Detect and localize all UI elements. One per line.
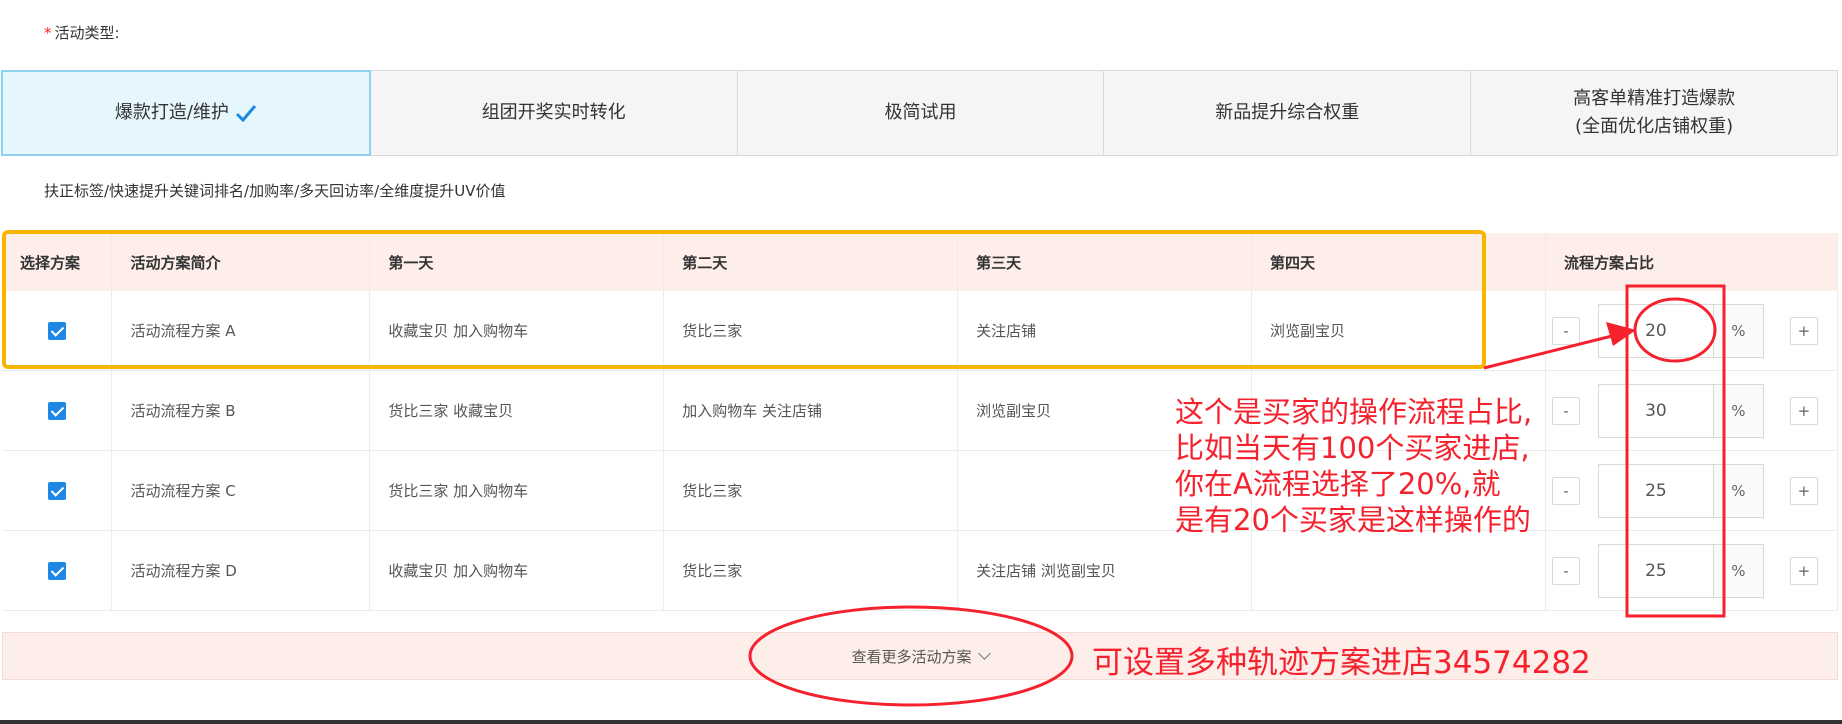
checkmark-icon — [235, 105, 257, 123]
percent-addon: % — [1713, 383, 1764, 438]
increment-button[interactable]: + — [1789, 476, 1818, 505]
ratio-input[interactable]: 25 — [1597, 543, 1714, 598]
plan-table: 选择方案 活动方案简介 第一天 第二天 第三天 第四天 流程方案占比 活动流程方… — [2, 233, 1839, 611]
increment-button[interactable]: + — [1789, 316, 1818, 345]
decrement-button[interactable]: - — [1551, 476, 1580, 505]
increment-button[interactable]: + — [1789, 556, 1818, 585]
header-ratio: 流程方案占比 — [1545, 233, 1839, 291]
header-day4: 第四天 — [1251, 233, 1546, 291]
day1-cell: 收藏宝贝 加入购物车 — [369, 291, 665, 371]
plan-checkbox[interactable] — [47, 401, 66, 420]
decrement-button[interactable]: - — [1551, 556, 1580, 585]
table-row: 活动流程方案 A 收藏宝贝 加入购物车 货比三家 关注店铺 浏览副宝贝 - 20… — [2, 291, 1839, 371]
plan-checkbox[interactable] — [47, 321, 66, 340]
header-day3: 第三天 — [957, 233, 1253, 291]
day1-cell: 货比三家 加入购物车 — [369, 450, 665, 531]
more-plans-note: 可设置多种轨迹方案进店34574282 — [1092, 645, 1591, 681]
tab-group-lottery[interactable]: 组团开奖实时转化 — [369, 70, 738, 156]
ratio-input[interactable]: 25 — [1597, 463, 1714, 518]
day2-cell: 加入购物车 关注店铺 — [663, 370, 959, 451]
tab-label: 新品提升综合权重 — [1215, 102, 1360, 123]
decrement-button[interactable]: - — [1551, 396, 1580, 425]
day1-cell: 收藏宝贝 加入购物车 — [369, 530, 665, 611]
tab-label: 爆款打造/维护 — [114, 102, 229, 123]
plan-name: 活动流程方案 C — [111, 450, 371, 531]
percent-addon: % — [1713, 463, 1764, 518]
activity-type-text: 活动类型: — [54, 24, 120, 42]
header-day2: 第二天 — [663, 233, 959, 291]
table-row: 活动流程方案 C 货比三家 加入购物车 货比三家 - 25 % + — [2, 450, 1839, 531]
activity-type-label: * 活动类型: — [44, 22, 120, 43]
tab-simple-trial[interactable]: 极简试用 — [736, 70, 1105, 156]
table-header-row: 选择方案 活动方案简介 第一天 第二天 第三天 第四天 流程方案占比 — [2, 233, 1839, 291]
table-row: 活动流程方案 D 收藏宝贝 加入购物车 货比三家 关注店铺 浏览副宝贝 - 25… — [2, 530, 1839, 611]
activity-type-tabs: 爆款打造/维护 组团开奖实时转化 极简试用 新品提升综合权重 高客单精准打造爆款… — [1, 70, 1838, 156]
tab-label-line1: 高客单精准打造爆款 — [1573, 88, 1736, 109]
note-line: 这个是买家的操作流程占比, — [1175, 395, 1533, 429]
plan-name: 活动流程方案 B — [111, 370, 371, 451]
tab-description: 扶正标签/快速提升关键词排名/加购率/多天回访率/全维度提升UV价值 — [44, 182, 506, 200]
table-row: 活动流程方案 B 货比三家 收藏宝贝 加入购物车 关注店铺 浏览副宝贝 - 30… — [2, 370, 1839, 451]
day4-cell: 浏览副宝贝 — [1251, 291, 1546, 371]
tab-label: 组团开奖实时转化 — [481, 102, 626, 123]
day2-cell: 货比三家 — [663, 291, 959, 371]
plan-name: 活动流程方案 D — [111, 530, 371, 611]
tab-high-price[interactable]: 高客单精准打造爆款 (全面优化店铺权重) — [1470, 70, 1838, 156]
day4-cell — [1251, 530, 1546, 611]
percent-addon: % — [1713, 303, 1764, 358]
required-star: * — [44, 24, 52, 42]
plan-checkbox[interactable] — [47, 481, 66, 500]
tab-hot-item[interactable]: 爆款打造/维护 — [1, 70, 371, 156]
view-more-label: 查看更多活动方案 — [851, 647, 972, 666]
tab-new-product[interactable]: 新品提升综合权重 — [1103, 70, 1472, 156]
plan-checkbox[interactable] — [47, 561, 66, 580]
ratio-input[interactable]: 20 — [1597, 303, 1714, 358]
ratio-explanation-note: 这个是买家的操作流程占比, 比如当天有100个买家进店, 你在A流程选择了20%… — [1175, 394, 1532, 538]
header-day1: 第一天 — [369, 233, 665, 291]
day1-cell: 货比三家 收藏宝贝 — [369, 370, 665, 451]
bottom-divider — [0, 720, 1842, 724]
day2-cell: 货比三家 — [663, 450, 959, 531]
increment-button[interactable]: + — [1789, 396, 1818, 425]
header-summary: 活动方案简介 — [111, 233, 371, 291]
day3-cell: 关注店铺 浏览副宝贝 — [957, 530, 1253, 611]
plan-name: 活动流程方案 A — [111, 291, 371, 371]
header-select: 选择方案 — [2, 233, 113, 291]
day2-cell: 货比三家 — [663, 530, 959, 611]
tab-label-line2: (全面优化店铺权重) — [1575, 116, 1734, 137]
chevron-down-icon — [977, 647, 991, 660]
day3-cell: 关注店铺 — [957, 291, 1253, 371]
tab-label: 极简试用 — [884, 102, 957, 123]
note-line: 比如当天有100个买家进店, — [1175, 431, 1530, 465]
note-line: 是有20个买家是这样操作的 — [1175, 503, 1531, 537]
ratio-input[interactable]: 30 — [1597, 383, 1714, 438]
decrement-button[interactable]: - — [1551, 316, 1580, 345]
percent-addon: % — [1713, 543, 1764, 598]
note-line: 你在A流程选择了20%,就 — [1175, 467, 1501, 501]
